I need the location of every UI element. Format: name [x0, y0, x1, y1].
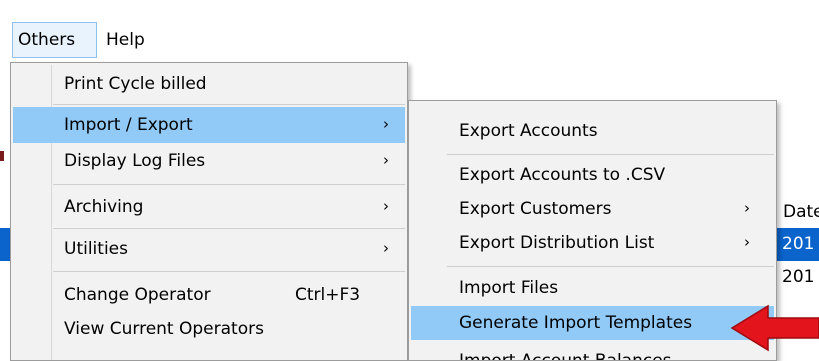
menu-item-label: Export Distribution List [459, 233, 655, 253]
menu-item-label: Export Accounts to .CSV [459, 165, 666, 185]
table-row-selected-date[interactable]: 201 [776, 228, 819, 261]
others-dropdown-menu: Print Cycle billed Import / Export › Dis… [10, 62, 408, 361]
menu-item-label: Export Customers [459, 199, 612, 219]
menu-item-view-current-operators[interactable]: View Current Operators [13, 311, 405, 347]
date-column-header[interactable]: Date [776, 196, 819, 228]
menu-item-label: Change Operator [64, 285, 211, 305]
menu-item-label: View Current Operators [64, 319, 264, 339]
menu-item-export-customers[interactable]: Export Customers › [411, 192, 774, 226]
menu-item-label: Archiving [64, 197, 144, 217]
chevron-right-icon: › [383, 151, 389, 169]
menu-item-export-distribution-list[interactable]: Export Distribution List › [411, 226, 774, 260]
menu-item-print-cycle-billed[interactable]: Print Cycle billed [13, 66, 405, 102]
menu-item-archiving[interactable]: Archiving › [13, 189, 405, 225]
chevron-right-icon: › [744, 199, 750, 217]
menu-separator [447, 154, 774, 155]
menu-separator [53, 228, 405, 229]
menu-item-display-log-files[interactable]: Display Log Files › [13, 143, 405, 179]
menu-item-label: Import Files [459, 278, 559, 298]
menu-item-label: Export Accounts [459, 121, 598, 141]
shortcut-label: Ctrl+F3 [295, 285, 361, 305]
menu-item-export-accounts-csv[interactable]: Export Accounts to .CSV [411, 158, 774, 192]
menu-item-import-export[interactable]: Import / Export › [13, 107, 405, 143]
menu-item-label: Import Account Balances [459, 344, 672, 360]
menu-help[interactable]: Help [102, 22, 162, 58]
chevron-right-icon: › [383, 197, 389, 215]
menu-separator [53, 184, 405, 185]
menu-separator [447, 266, 774, 267]
menu-item-label: Display Log Files [64, 151, 206, 171]
menu-item-label: Print Cycle billed [64, 74, 207, 94]
background-selected-row-fragment [0, 228, 10, 261]
chevron-right-icon: › [383, 239, 389, 257]
menu-separator [53, 271, 405, 272]
menu-item-generate-import-templates[interactable]: Generate Import Templates [411, 306, 774, 340]
background-fragment [0, 151, 4, 161]
menu-item-change-operator[interactable]: Change Operator Ctrl+F3 [13, 277, 405, 313]
menu-item-import-account-balances[interactable]: Import Account Balances [411, 344, 774, 360]
menu-item-label: Import / Export [64, 115, 193, 135]
menu-item-export-accounts[interactable]: Export Accounts [411, 114, 774, 148]
table-row-date[interactable]: 201 [776, 261, 819, 294]
menu-separator [53, 104, 405, 105]
menu-item-label: Utilities [64, 239, 128, 259]
menu-item-utilities[interactable]: Utilities › [13, 231, 405, 267]
import-export-submenu: Export Accounts Export Accounts to .CSV … [408, 100, 777, 361]
chevron-right-icon: › [383, 115, 389, 133]
chevron-right-icon: › [744, 233, 750, 251]
red-arrow-annotation [730, 304, 819, 352]
menu-others[interactable]: Others [12, 22, 97, 58]
menu-item-label: Generate Import Templates [459, 313, 693, 333]
menu-item-import-files[interactable]: Import Files [411, 271, 774, 305]
